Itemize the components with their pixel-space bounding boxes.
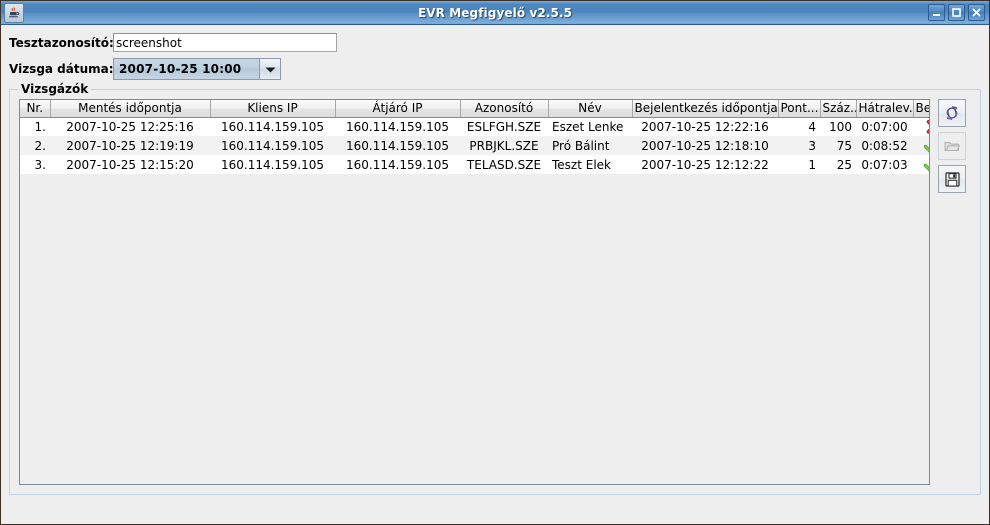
status-badge [913,155,929,174]
close-button[interactable] [968,4,985,21]
cell-name: Pró Bálint [548,136,632,155]
cell-login: 2007-10-25 12:22:16 [632,117,778,136]
cell-remain: 0:07:00 [856,117,913,136]
cell-saved: 2007-10-25 12:19:19 [50,136,210,155]
cell-login: 2007-10-25 12:12:22 [632,155,778,174]
column-header-done[interactable]: Befe... [913,100,929,118]
cell-gwip: 160.114.159.105 [335,117,460,136]
maximize-button[interactable] [948,4,965,21]
exam-date-row: Vizsga dátuma: 2007-10-25 10:00 [9,58,981,80]
test-id-label: Tesztazonosító: [9,35,114,50]
window-title: EVR Megfigyelő v2.5.5 [417,5,573,20]
cell-percent: 25 [820,155,856,174]
examinees-table: Nr. Mentés időpontja Kliens IP Átjáró IP Azo… [20,100,929,174]
cell-clientip: 160.114.159.105 [210,155,335,174]
table-row[interactable]: 1. 2007-10-25 12:25:16 160.114.159.105 160.… [20,117,929,136]
floppy-save-icon [944,171,961,188]
minimize-button[interactable] [928,4,945,21]
cell-ident: PRBJKL.SZE [460,136,548,155]
chevron-down-icon[interactable] [259,58,281,80]
cell-ident: TELASD.SZE [460,155,548,174]
cell-gwip: 160.114.159.105 [335,136,460,155]
cell-nr: 1. [20,117,50,136]
cell-nr: 3. [20,155,50,174]
table-row[interactable]: 3. 2007-10-25 12:15:20 160.114.159.105 160.… [20,155,929,174]
test-id-row: Tesztazonosító: [9,33,981,52]
column-header-saved[interactable]: Mentés időpontja [50,100,211,118]
folder-open-icon [943,137,961,155]
status-badge [913,136,929,155]
cell-clientip: 160.114.159.105 [210,117,335,136]
exam-date-combobox[interactable]: 2007-10-25 10:00 [113,58,281,80]
window-content: Tesztazonosító: Vizsga dátuma: 2007-10-2… [1,25,989,524]
column-header-name[interactable]: Név [548,100,633,118]
cell-points: 1 [778,155,820,174]
cell-remain: 0:08:52 [856,136,913,155]
column-header-remain[interactable]: Hátralev... [856,100,914,118]
application-window: EVR Megfigyelő v2.5.5 Tesztazonosító: Vi… [0,0,990,525]
window-controls [928,4,985,21]
cell-remain: 0:07:03 [856,155,913,174]
column-header-gwip[interactable]: Átjáró IP [335,100,461,118]
column-header-ident[interactable]: Azonosító [460,100,549,118]
group-inner: Nr. Mentés időpontja Kliens IP Átjáró IP Azo… [19,99,971,485]
column-header-clientip[interactable]: Kliens IP [210,100,336,118]
cell-name: Eszet Lenke [548,117,632,136]
refresh-button[interactable] [938,99,966,127]
cell-points: 4 [778,117,820,136]
exam-date-value: 2007-10-25 10:00 [113,58,259,80]
table-row[interactable]: 2. 2007-10-25 12:19:19 160.114.159.105 160.… [20,136,929,155]
cell-ident: ESLFGH.SZE [460,117,548,136]
examinees-group-panel: Vizsgázók Nr. Mentés időpontja Kliens IP Át… [9,82,981,495]
cross-icon [926,119,929,134]
table-body: 1. 2007-10-25 12:25:16 160.114.159.105 160.… [20,117,929,174]
column-header-points[interactable]: Pont... [778,100,821,118]
table-header-row: Nr. Mentés időpontja Kliens IP Átjáró IP Azo… [20,100,929,118]
column-header-percent[interactable]: Száz... [820,100,857,118]
exam-date-label: Vizsga dátuma: [9,62,114,76]
column-header-nr[interactable]: Nr. [20,100,51,118]
title-bar: EVR Megfigyelő v2.5.5 [1,1,989,25]
cell-percent: 100 [820,117,856,136]
test-id-input[interactable] [113,33,337,52]
check-icon [923,144,929,152]
refresh-icon [943,104,961,122]
examinees-group-title: Vizsgázók [18,82,92,96]
check-icon [923,163,929,171]
examinees-scroll-pane[interactable]: Nr. Mentés időpontja Kliens IP Átjáró IP Azo… [19,99,930,485]
table-side-toolbar [933,99,971,485]
cell-login: 2007-10-25 12:18:10 [632,136,778,155]
cell-gwip: 160.114.159.105 [335,155,460,174]
cell-name: Teszt Elek [548,155,632,174]
save-button[interactable] [938,165,966,193]
cell-clientip: 160.114.159.105 [210,136,335,155]
open-button [938,132,966,160]
cell-nr: 2. [20,136,50,155]
cell-saved: 2007-10-25 12:15:20 [50,155,210,174]
status-badge [913,117,929,136]
cell-percent: 75 [820,136,856,155]
column-header-login[interactable]: Bejelentkezés időpontja [632,100,779,118]
cell-saved: 2007-10-25 12:25:16 [50,117,210,136]
java-cup-icon [4,2,24,23]
cell-points: 3 [778,136,820,155]
